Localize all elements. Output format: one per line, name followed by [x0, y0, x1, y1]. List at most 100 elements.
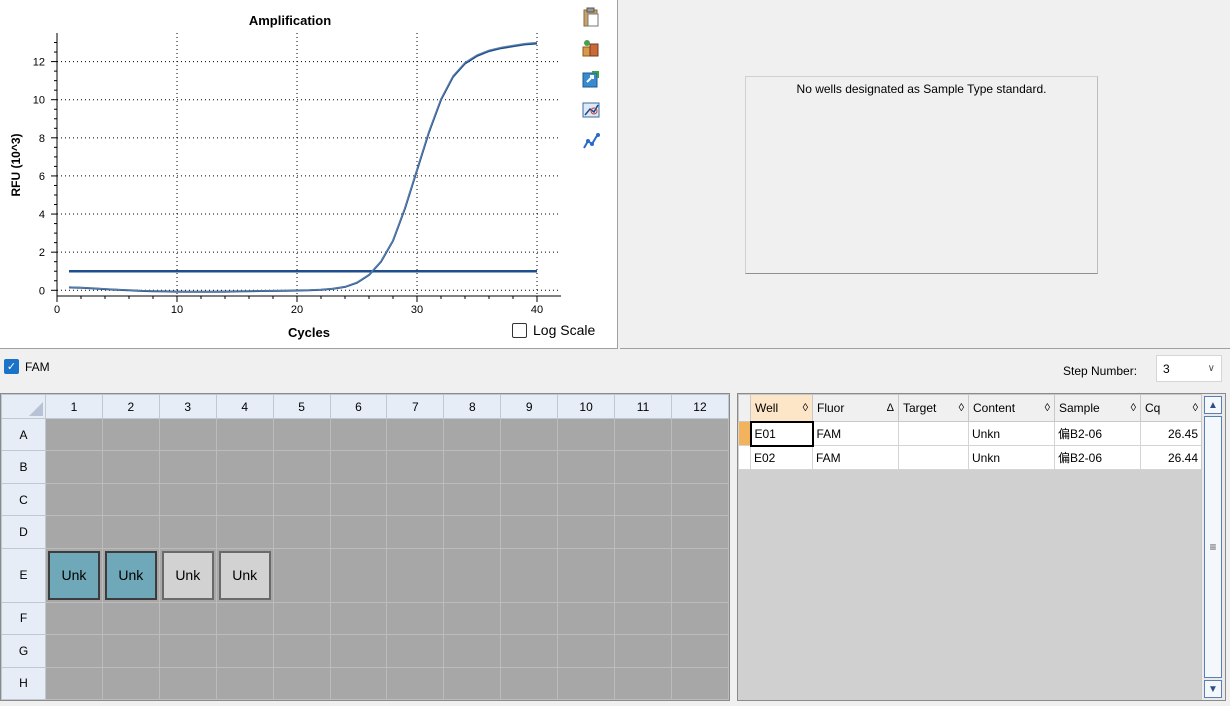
plate-well[interactable] — [215, 601, 274, 636]
plate-well[interactable] — [443, 450, 502, 484]
log-scale-box[interactable] — [512, 322, 527, 338]
plate-well[interactable]: Unk — [101, 547, 160, 603]
plate-column-header[interactable]: 10 — [557, 394, 616, 419]
zoom-icon[interactable] — [580, 99, 602, 121]
results-scrollbar[interactable]: ▲ ≡ ▼ — [1201, 394, 1225, 700]
plate-well[interactable] — [45, 666, 103, 701]
plate-well[interactable] — [45, 601, 103, 636]
plate-well[interactable] — [215, 666, 274, 701]
plate-well[interactable] — [670, 634, 730, 668]
plate-row-header[interactable]: D — [1, 515, 46, 549]
row-selector[interactable] — [738, 445, 751, 470]
plate-well[interactable] — [557, 601, 616, 636]
well-content-label[interactable]: Unk — [161, 550, 214, 600]
plate-well[interactable] — [614, 417, 672, 452]
plate-well[interactable]: Unk — [215, 547, 274, 603]
plate-well[interactable] — [557, 482, 616, 517]
column-header-cq[interactable]: Cq ◊ — [1140, 394, 1203, 422]
share-icon[interactable] — [580, 68, 602, 90]
plate-well[interactable]: Unk — [158, 547, 217, 603]
well-content-label[interactable]: Unk — [48, 550, 100, 600]
plate-column-header[interactable]: 3 — [158, 394, 217, 419]
plate-column-header[interactable]: 8 — [443, 394, 502, 419]
plate-well[interactable] — [329, 417, 388, 452]
plate-well[interactable] — [45, 417, 103, 452]
plate-well[interactable] — [158, 634, 217, 668]
plate-well[interactable] — [500, 515, 559, 549]
plate-well[interactable] — [215, 482, 274, 517]
plate-well[interactable] — [614, 601, 672, 636]
plate-well[interactable] — [215, 450, 274, 484]
plate-well[interactable] — [500, 450, 559, 484]
plate-well[interactable] — [443, 666, 502, 701]
export-icon[interactable] — [580, 37, 602, 59]
table-cell[interactable]: FAM — [812, 445, 899, 470]
plate-well[interactable] — [443, 417, 502, 452]
plate-well[interactable] — [500, 634, 559, 668]
plate-well[interactable] — [557, 515, 616, 549]
plate-well[interactable] — [443, 601, 502, 636]
column-header-target[interactable]: Target ◊ — [898, 394, 969, 422]
table-cell[interactable]: 偏B2-06 — [1054, 421, 1141, 446]
sort-icon[interactable]: Δ — [887, 402, 894, 414]
plate-well[interactable] — [670, 666, 730, 701]
plate-well[interactable] — [614, 482, 672, 517]
plate-column-header[interactable]: 6 — [329, 394, 388, 419]
plate-well[interactable] — [158, 417, 217, 452]
clipboard-icon[interactable] — [580, 6, 602, 28]
scroll-down-icon[interactable]: ▼ — [1204, 680, 1222, 698]
plate-well[interactable] — [101, 666, 160, 701]
plate-well[interactable] — [557, 450, 616, 484]
plate-row-header[interactable]: C — [1, 482, 46, 517]
plate-well[interactable] — [329, 482, 388, 517]
plate-well[interactable] — [614, 515, 672, 549]
check-icon[interactable]: ✓ — [4, 359, 19, 374]
sort-icon[interactable]: ◊ — [803, 402, 808, 414]
plate-well[interactable] — [614, 666, 672, 701]
well-content-label[interactable]: Unk — [218, 550, 271, 600]
plate-well[interactable] — [386, 515, 445, 549]
sort-icon[interactable]: ◊ — [1193, 402, 1198, 414]
plate-well[interactable] — [329, 450, 388, 484]
plate-well[interactable] — [386, 601, 445, 636]
plate-column-header[interactable]: 4 — [215, 394, 274, 419]
plate-well[interactable] — [443, 515, 502, 549]
plate-well[interactable] — [272, 601, 331, 636]
table-row[interactable]: E02 FAM Unkn 偏B2-06 26.44 — [738, 445, 1203, 470]
plate-well[interactable] — [557, 547, 616, 603]
plate-well[interactable] — [329, 547, 388, 603]
plate-well[interactable] — [101, 634, 160, 668]
plate-well[interactable] — [45, 634, 103, 668]
plate-well[interactable] — [45, 450, 103, 484]
table-cell[interactable]: Unkn — [968, 421, 1055, 446]
plate-well[interactable] — [329, 634, 388, 668]
plate-well[interactable] — [329, 666, 388, 701]
plate-row-header[interactable]: B — [1, 450, 46, 484]
table-cell[interactable] — [898, 445, 969, 470]
plate-row-header[interactable]: A — [1, 417, 46, 452]
plate-well[interactable] — [443, 482, 502, 517]
sort-icon[interactable]: ◊ — [1131, 402, 1136, 414]
column-header-fluor[interactable]: Fluor Δ — [812, 394, 899, 422]
table-cell[interactable]: E01 — [749, 420, 814, 447]
well-content-label[interactable]: Unk — [104, 550, 157, 600]
plate-well[interactable] — [500, 601, 559, 636]
plate-well[interactable] — [101, 482, 160, 517]
plate-well[interactable] — [215, 417, 274, 452]
plate-column-header[interactable]: 5 — [272, 394, 331, 419]
sort-icon[interactable]: ◊ — [959, 402, 964, 414]
plate-well[interactable] — [45, 515, 103, 549]
plate-well[interactable] — [158, 515, 217, 549]
plate-well[interactable] — [614, 547, 672, 603]
plate-well[interactable] — [272, 547, 331, 603]
plate-well[interactable] — [670, 450, 730, 484]
step-number-select[interactable]: 3 ∨ — [1156, 355, 1222, 382]
plate-well[interactable] — [670, 417, 730, 452]
plate-well[interactable] — [500, 482, 559, 517]
plate-well[interactable] — [386, 482, 445, 517]
plate-well[interactable] — [557, 666, 616, 701]
table-cell[interactable]: 偏B2-06 — [1054, 445, 1141, 470]
plate-well[interactable] — [443, 547, 502, 603]
plate-column-header[interactable]: 9 — [500, 394, 559, 419]
plate-well[interactable]: Unk — [45, 547, 103, 603]
